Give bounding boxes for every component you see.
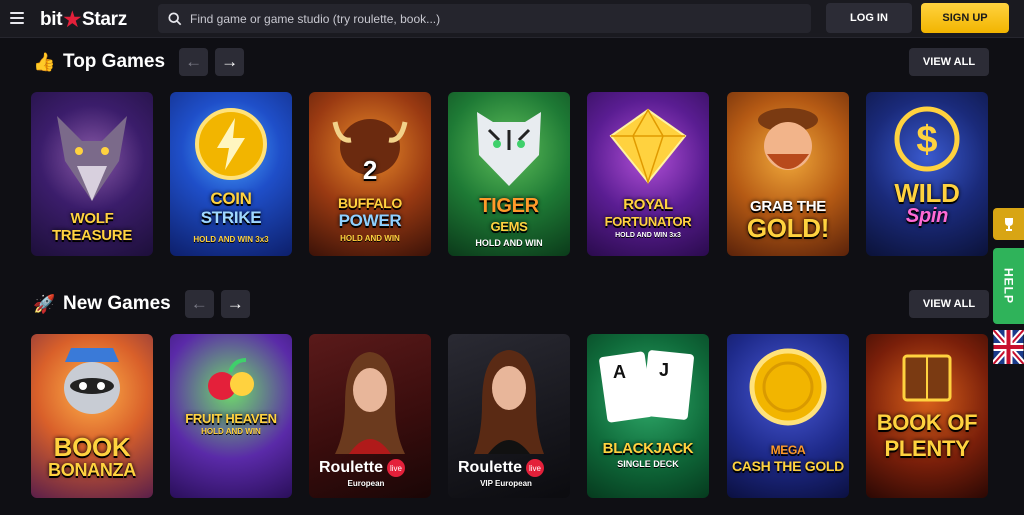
playing-cards-icon: AJ: [599, 350, 694, 423]
game-subtitle: HOLD AND WIN 3x3: [193, 235, 269, 244]
game-subtitle: HOLD AND WIN: [201, 427, 261, 436]
search-bar[interactable]: [158, 4, 811, 33]
trophy-icon: [1004, 218, 1013, 231]
search-icon: [168, 11, 182, 25]
next-arrow-button[interactable]: →: [215, 48, 245, 76]
game-title-line1: BLACKJACK: [602, 440, 694, 457]
game-title-line1: BUFFALO: [337, 195, 402, 211]
game-title-line1: WILD: [894, 178, 960, 208]
star-icon: ★: [63, 9, 81, 31]
game-title-line1: TIGER: [479, 195, 539, 217]
game-tile[interactable]: COIN STRIKE HOLD AND WIN 3x3: [170, 92, 292, 256]
help-label: HELP: [1001, 267, 1016, 304]
arrow-right-icon: →: [221, 52, 239, 71]
diamond-art-icon: [609, 108, 687, 185]
top-bar: bit ★ Starz LOG IN SIGN UP: [0, 0, 1024, 38]
book-art-icon: [902, 354, 952, 402]
login-button[interactable]: LOG IN: [826, 3, 912, 33]
game-title-line1: MEGA: [770, 443, 806, 457]
menu-icon[interactable]: [10, 12, 24, 24]
game-subtitle: HOLD AND WIN: [475, 238, 543, 248]
dealer-portrait-icon: [474, 350, 544, 454]
live-badge: live: [387, 459, 405, 477]
game-tile[interactable]: 2 BUFFALO POWER HOLD AND WIN: [309, 92, 431, 256]
thumbs-up-icon: 👍: [33, 51, 56, 72]
dollar-sign-icon: $: [894, 106, 960, 172]
game-title-line2: GOLD!: [746, 213, 830, 243]
logo-text-right: Starz: [81, 8, 127, 30]
game-title-line2: PLENTY: [884, 436, 970, 461]
game-title-line1: BOOK: [53, 432, 131, 462]
game-title-row: Roulette live: [458, 459, 544, 477]
game-subtitle: HOLD AND WIN 3x3: [615, 232, 681, 239]
game-title-line1: ROYAL: [623, 196, 673, 213]
game-number: 2: [362, 155, 378, 185]
wolf-art-icon: [57, 116, 127, 201]
game-title-line2: FORTUNATOR: [604, 214, 692, 229]
game-tile[interactable]: TIGER GEMS HOLD AND WIN: [448, 92, 570, 256]
svg-text:$: $: [916, 119, 937, 161]
game-title-line1: FRUIT HEAVEN: [185, 411, 277, 426]
promotions-button[interactable]: [993, 208, 1024, 240]
coin-art-icon: [195, 108, 267, 180]
game-tile[interactable]: GRAB THE GOLD!: [727, 92, 849, 256]
section-title: Top Games: [63, 51, 166, 72]
logo-text-left: bit: [40, 8, 63, 30]
game-tile[interactable]: Roulette live VIP European: [448, 334, 570, 498]
game-title-line1: Roulette: [319, 459, 383, 476]
signup-button[interactable]: SIGN UP: [921, 3, 1009, 33]
game-tile[interactable]: BOOK OF PLENTY: [866, 334, 988, 498]
game-subtitle: HOLD AND WIN: [340, 234, 400, 243]
game-title-line2: BONANZA: [48, 460, 136, 480]
game-tile[interactable]: Roulette live European: [309, 334, 431, 498]
arrow-left-icon: ←: [185, 52, 203, 71]
game-title-line2: POWER: [338, 211, 402, 230]
live-badge: live: [526, 459, 544, 477]
game-title-line2: TREASURE: [51, 227, 133, 244]
game-tile[interactable]: ROYAL FORTUNATOR HOLD AND WIN 3x3: [587, 92, 709, 256]
site-logo[interactable]: bit ★ Starz: [40, 7, 127, 32]
game-tile[interactable]: FRUIT HEAVEN HOLD AND WIN: [170, 334, 292, 498]
search-input[interactable]: [190, 11, 790, 26]
game-title-line2: GEMS: [490, 219, 528, 234]
game-tile[interactable]: AJ BLACKJACK SINGLE DECK: [587, 334, 709, 498]
rocket-icon: 🚀: [33, 293, 56, 314]
game-subtitle: SINGLE DECK: [617, 459, 679, 469]
uk-flag-icon[interactable]: [993, 330, 1024, 364]
game-title-line1: BOOK OF: [876, 410, 978, 435]
arrow-right-icon: →: [226, 294, 244, 313]
svg-text:J: J: [659, 360, 669, 380]
next-arrow-button[interactable]: →: [220, 290, 250, 318]
section-title: New Games: [63, 293, 171, 314]
game-title-line2: Spin: [905, 205, 949, 227]
miner-art-icon: [758, 108, 818, 170]
game-tile[interactable]: MEGA CASH THE GOLD: [727, 334, 849, 498]
game-title-line2: CASH THE GOLD: [732, 458, 844, 474]
help-button[interactable]: HELP: [993, 248, 1024, 324]
top-games-header: 👍 Top Games ← →: [33, 47, 245, 77]
prev-arrow-button[interactable]: ←: [184, 290, 214, 318]
prev-arrow-button[interactable]: ←: [179, 48, 209, 76]
game-subtitle: VIP European: [480, 479, 532, 488]
game-title-row: Roulette live: [319, 459, 405, 477]
view-all-button[interactable]: VIEW ALL: [909, 290, 989, 318]
game-subtitle: European: [347, 479, 385, 488]
tiger-art-icon: [477, 112, 541, 186]
new-games-header: 🚀 New Games ← →: [33, 289, 250, 319]
game-title-line1: WOLF: [70, 210, 114, 227]
fruit-art-icon: [208, 358, 254, 400]
game-title-line1: Roulette: [458, 459, 522, 476]
raccoon-art-icon: [64, 348, 120, 414]
game-title-line2: STRIKE: [200, 208, 262, 227]
game-tile[interactable]: $ WILD Spin: [866, 92, 988, 256]
view-all-button[interactable]: VIEW ALL: [909, 48, 989, 76]
arrow-left-icon: ←: [190, 294, 208, 313]
game-tile[interactable]: WOLF TREASURE: [31, 92, 153, 256]
dealer-portrait-icon: [335, 352, 405, 454]
game-title-line1: COIN: [210, 189, 252, 208]
svg-text:A: A: [613, 362, 626, 382]
game-tile[interactable]: BOOK BONANZA: [31, 334, 153, 498]
gold-coin-icon: [749, 348, 827, 426]
